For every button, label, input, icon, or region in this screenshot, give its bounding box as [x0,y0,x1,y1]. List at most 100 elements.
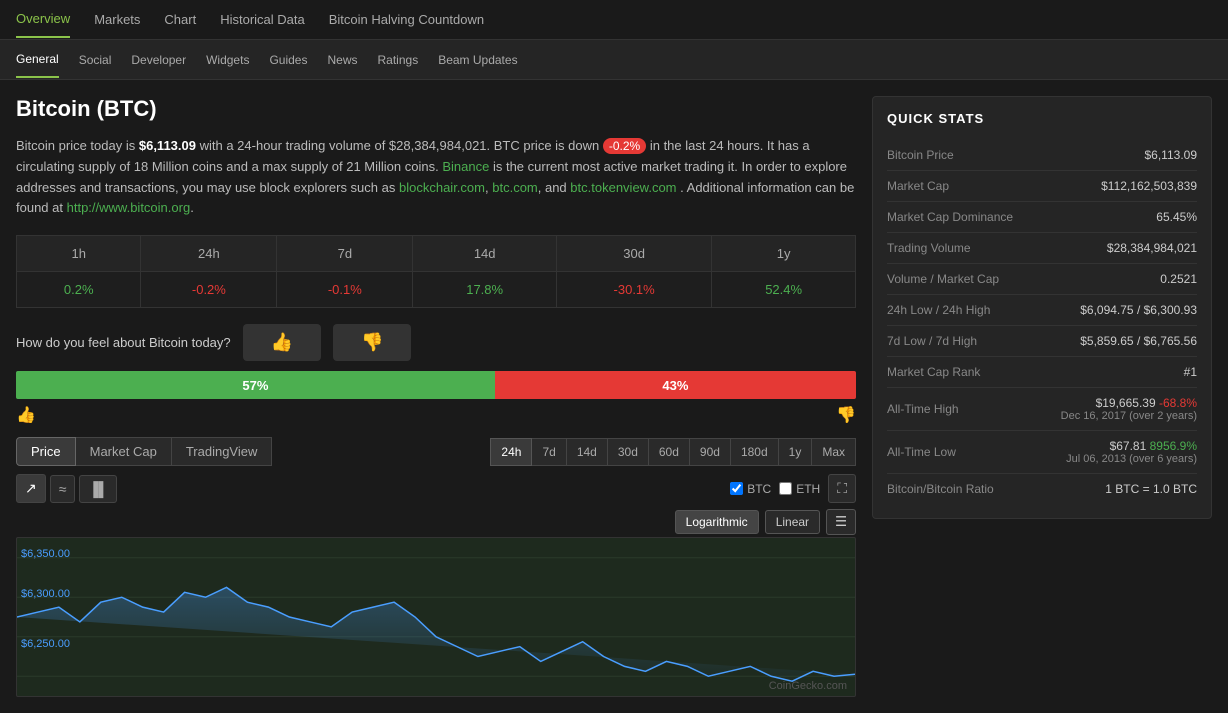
stat-value-volume-market-cap: 0.2521 [1160,272,1197,286]
website-link[interactable]: http://www.bitcoin.org [67,200,191,215]
stat-value-market-cap-rank: #1 [1184,365,1197,379]
chart-right-controls: BTC ETH ⛶ [730,474,856,503]
price-chart-svg [17,538,855,696]
subnav-developer[interactable]: Developer [131,43,186,77]
desc-prefix: Bitcoin price today is [16,138,135,153]
change-24h: -0.2% [141,272,277,308]
stat-bitcoin-price: Bitcoin Price $6,113.09 [887,140,1197,171]
bar-chart-icon[interactable]: ▐▌ [79,475,117,503]
exchange-link[interactable]: Binance [442,159,489,174]
stat-trading-volume: Trading Volume $28,384,984,021 [887,233,1197,264]
stat-label-all-time-low: All-Time Low [887,445,956,459]
stat-value-bitcoin-ratio: 1 BTC = 1.0 BTC [1105,482,1197,496]
chart-menu-button[interactable]: ☰ [826,509,856,535]
stat-value-dominance: 65.45% [1156,210,1197,224]
nav-historical-data[interactable]: Historical Data [220,2,305,37]
stat-value-market-cap: $112,162,503,839 [1101,179,1197,193]
time-24h[interactable]: 24h [490,438,532,466]
price-change-table: 1h 24h 7d 14d 30d 1y 0.2% -0.2% -0.1% 17… [16,235,856,308]
explorer2-link[interactable]: btc.com [492,180,538,195]
top-navigation: Overview Markets Chart Historical Data B… [0,0,1228,40]
stat-value-7d-range: $5,859.65 / $6,765.56 [1080,334,1197,348]
subnav-widgets[interactable]: Widgets [206,43,249,77]
stat-label-volume-market-cap: Volume / Market Cap [887,272,999,286]
tab-price[interactable]: Price [16,437,76,466]
thumbs-up-button[interactable]: 👍 [243,324,321,361]
time-30d[interactable]: 30d [608,438,649,466]
stat-7d-range: 7d Low / 7d High $5,859.65 / $6,765.56 [887,326,1197,357]
btc-label: BTC [747,482,771,496]
expand-chart-button[interactable]: ⛶ [828,474,856,503]
stat-value-all-time-low: $67.81 8956.9% Jul 06, 2013 (over 6 year… [1066,439,1197,465]
stat-label-24h-range: 24h Low / 24h High [887,303,990,317]
coin-description: Bitcoin price today is $6,113.09 with a … [16,136,856,219]
time-60d[interactable]: 60d [649,438,690,466]
subnav-general[interactable]: General [16,42,59,78]
subnav-news[interactable]: News [327,43,357,77]
stat-label-all-time-high: All-Time High [887,402,959,416]
col-1h: 1h [17,236,141,272]
explorer1-link[interactable]: blockchair.com [399,180,485,195]
stat-bitcoin-ratio: Bitcoin/Bitcoin Ratio 1 BTC = 1.0 BTC [887,474,1197,504]
subnav-social[interactable]: Social [79,43,112,77]
bear-icon: 👎 [836,405,856,425]
eth-label: ETH [796,482,820,496]
stat-value-bitcoin-price: $6,113.09 [1145,148,1198,162]
time-7d[interactable]: 7d [532,438,566,466]
nav-overview[interactable]: Overview [16,1,70,38]
stat-24h-range: 24h Low / 24h High $6,094.75 / $6,300.93 [887,295,1197,326]
eth-checkbox-label[interactable]: ETH [779,482,820,496]
left-panel: Bitcoin (BTC) Bitcoin price today is $6,… [16,96,856,697]
time-1y[interactable]: 1y [779,438,813,466]
subnav-guides[interactable]: Guides [269,43,307,77]
bear-bar: 43% [495,371,856,399]
change-1y: 52.4% [712,272,856,308]
chart-watermark: CoinGecko.com [769,680,847,692]
stat-label-bitcoin-price: Bitcoin Price [887,148,954,162]
change-14d: 17.8% [413,272,557,308]
stat-market-cap-rank: Market Cap Rank #1 [887,357,1197,388]
chart-price-high: $6,350.00 [21,548,70,560]
logarithmic-button[interactable]: Logarithmic [675,510,759,534]
col-24h: 24h [141,236,277,272]
stat-all-time-low: All-Time Low $67.81 8956.9% Jul 06, 2013… [887,431,1197,474]
nav-chart[interactable]: Chart [164,2,196,37]
col-30d: 30d [557,236,712,272]
sentiment-row: How do you feel about Bitcoin today? 👍 👎 [16,324,856,361]
quick-stats-title: QUICK STATS [887,111,1197,126]
col-1y: 1y [712,236,856,272]
coin-price: $6,113.09 [139,138,196,153]
btc-checkbox-label[interactable]: BTC [730,482,771,496]
stat-label-market-cap: Market Cap [887,179,949,193]
linear-button[interactable]: Linear [765,510,820,534]
subnav-beam-updates[interactable]: Beam Updates [438,43,517,77]
col-14d: 14d [413,236,557,272]
quick-stats-panel: QUICK STATS Bitcoin Price $6,113.09 Mark… [872,96,1212,697]
change-1h: 0.2% [17,272,141,308]
candlestick-chart-icon[interactable]: ≈ [50,475,76,503]
stat-value-all-time-high: $19,665.39 -68.8% Dec 16, 2017 (over 2 y… [1061,396,1197,422]
stat-label-dominance: Market Cap Dominance [887,210,1013,224]
tab-market-cap[interactable]: Market Cap [76,437,172,466]
desc-middle1: with a 24-hour trading volume of $28,384… [200,138,600,153]
time-90d[interactable]: 90d [690,438,731,466]
explorer3-link[interactable]: btc.tokenview.com [570,180,676,195]
nav-halving-countdown[interactable]: Bitcoin Halving Countdown [329,2,484,37]
stat-dominance: Market Cap Dominance 65.45% [887,202,1197,233]
thumbs-down-button[interactable]: 👎 [333,324,411,361]
price-change-badge: -0.2% [603,138,646,154]
subnav-ratings[interactable]: Ratings [378,43,419,77]
sentiment-bar: 57% 43% [16,371,856,399]
time-max[interactable]: Max [812,438,856,466]
quick-stats: QUICK STATS Bitcoin Price $6,113.09 Mark… [872,96,1212,519]
eth-checkbox[interactable] [779,482,792,495]
sentiment-icons: 👍 👎 [16,405,856,425]
nav-markets[interactable]: Markets [94,2,140,37]
time-14d[interactable]: 14d [567,438,608,466]
line-chart-icon[interactable]: ↗ [16,474,46,503]
change-7d: -0.1% [277,272,413,308]
btc-checkbox[interactable] [730,482,743,495]
tab-tradingview[interactable]: TradingView [172,437,273,466]
time-180d[interactable]: 180d [731,438,779,466]
sub-navigation: General Social Developer Widgets Guides … [0,40,1228,80]
